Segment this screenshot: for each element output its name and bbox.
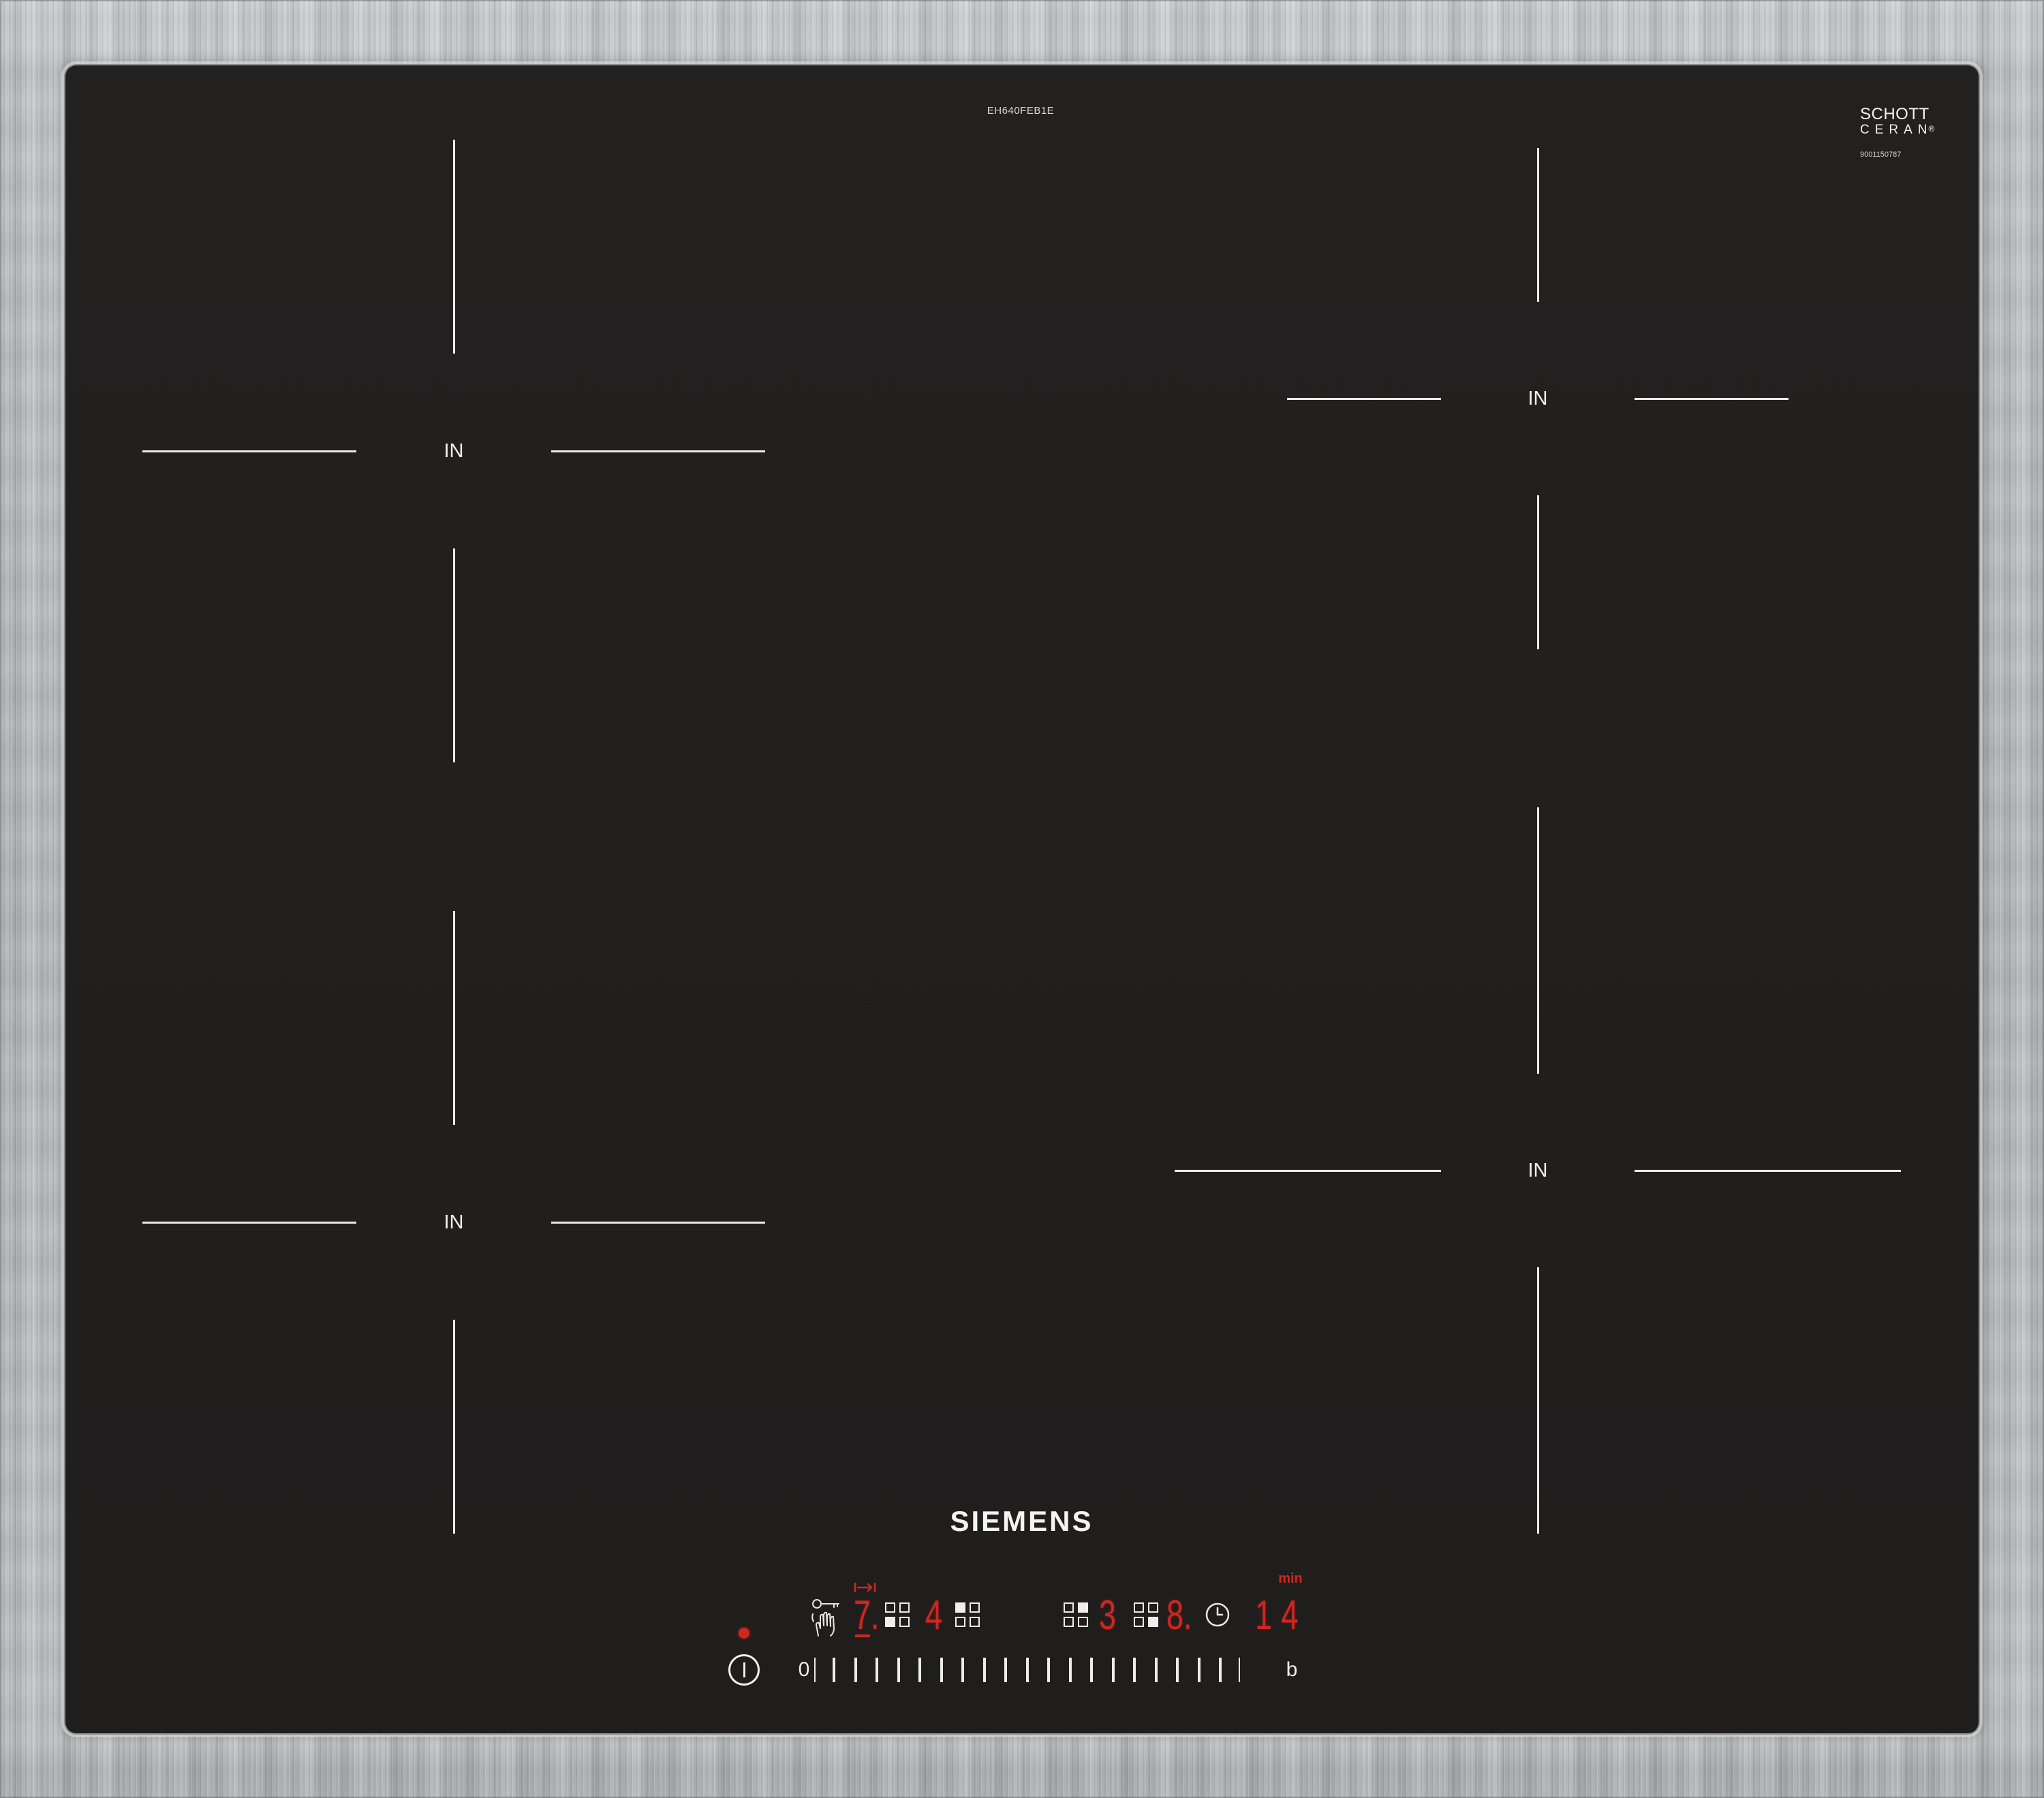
ceran-text: CERAN [1860, 123, 1933, 137]
zone-mark-bottom [452, 548, 455, 762]
zone-position-icon [1064, 1602, 1088, 1627]
zone-mark-top [1536, 148, 1539, 302]
glass-code: 9001150787 [1860, 151, 1902, 159]
timer-value: 14 [1255, 1592, 1308, 1638]
induction-label: IN [444, 1211, 464, 1233]
clock-icon[interactable] [1204, 1601, 1231, 1628]
cooking-zone-right-rear: IN [1287, 148, 1788, 649]
zone-position-cell [1134, 1617, 1144, 1627]
zone-mark-top [452, 140, 455, 354]
zone-position-cell [885, 1617, 895, 1627]
zone-select-left-front[interactable]: 7. [849, 1592, 912, 1639]
induction-label: IN [444, 440, 464, 462]
power-slider-step[interactable] [1090, 1658, 1093, 1682]
slider-min-label[interactable]: 0 [794, 1658, 814, 1682]
zone-position-cell [970, 1602, 980, 1613]
zone-mark-bottom [452, 1320, 455, 1534]
slider-start-mark [814, 1658, 816, 1682]
slider-boost-label[interactable]: b [1282, 1658, 1301, 1682]
zone-power-level: 4 [925, 1592, 943, 1638]
power-slider-step[interactable] [1197, 1658, 1201, 1682]
zone-mark-top [452, 911, 455, 1125]
childlock-wipe-protection-icon [811, 1599, 839, 1637]
zone-mark-bottom [1536, 1267, 1539, 1534]
power-slider-step[interactable] [940, 1658, 943, 1682]
zone-selected-underline [855, 1634, 870, 1637]
timer-control[interactable]: min 14 [1202, 1564, 1305, 1639]
status-led-icon [739, 1628, 749, 1639]
schott-logo-line2: CERAN® [1860, 123, 1955, 138]
registered-mark: ® [1928, 124, 1935, 134]
induction-label: IN [1528, 1160, 1548, 1181]
cooking-zone-left-front: IN [142, 911, 765, 1534]
zone-position-cell [1078, 1602, 1088, 1613]
zone-power-level: 3 [1099, 1592, 1117, 1638]
zone-position-icon [1134, 1602, 1158, 1627]
zone-position-cell [955, 1617, 965, 1627]
cooking-zone-right-front: IN [1175, 807, 1901, 1534]
power-slider-step[interactable] [1219, 1658, 1222, 1682]
power-slider-step[interactable] [1176, 1658, 1179, 1682]
timer-unit: min [1278, 1571, 1303, 1586]
schott-ceran-logo: SCHOTT CERAN® [1860, 106, 1955, 140]
zone-position-cell [1134, 1602, 1144, 1613]
cooking-zone-left-rear: IN [142, 140, 765, 762]
zone-select-right-rear[interactable]: 3 [1060, 1592, 1121, 1639]
slider-end-mark [1239, 1658, 1240, 1682]
power-slider-step[interactable] [1068, 1658, 1072, 1682]
zone-select-right-front[interactable]: 8. [1130, 1592, 1196, 1639]
zone-position-cell [1148, 1617, 1158, 1627]
zone-position-icon [955, 1602, 980, 1627]
power-slider-step[interactable] [1133, 1658, 1136, 1682]
power-slider-step[interactable] [961, 1658, 964, 1682]
power-slider-step[interactable] [897, 1658, 900, 1682]
zone-position-cell [1078, 1617, 1088, 1627]
power-slider-step[interactable] [1154, 1658, 1158, 1682]
zone-position-icon [885, 1602, 910, 1627]
zone-position-cell [1148, 1602, 1158, 1613]
power-slider-step[interactable] [1111, 1658, 1115, 1682]
glass-ceramic-top: EH640FEB1E SCHOTT CERAN® 9001150787 IN I… [65, 65, 1979, 1733]
power-slider-step[interactable] [982, 1658, 986, 1682]
zone-position-cell [970, 1617, 980, 1627]
zone-mark-top [1536, 807, 1539, 1074]
schott-logo-line1: SCHOTT [1860, 105, 1930, 123]
brand-logo: SIEMENS [950, 1505, 1094, 1537]
power-slider-step[interactable] [854, 1658, 857, 1682]
power-slider-step[interactable] [876, 1658, 878, 1682]
power-slider-step[interactable] [1004, 1658, 1007, 1682]
zone-position-cell [899, 1617, 910, 1627]
induction-label: IN [1528, 388, 1548, 409]
induction-hob-view: EH640FEB1E SCHOTT CERAN® 9001150787 IN I… [0, 0, 2044, 1798]
zone-position-cell [1064, 1617, 1074, 1627]
model-number: EH640FEB1E [987, 105, 1055, 117]
zone-position-cell [899, 1602, 910, 1613]
power-slider-step[interactable] [833, 1658, 835, 1682]
zone-position-cell [955, 1602, 965, 1613]
zone-position-cell [1064, 1602, 1074, 1613]
childlock-wipe-button[interactable] [811, 1598, 841, 1637]
power-slider-step[interactable] [1025, 1658, 1029, 1682]
zone-position-cell [885, 1602, 895, 1613]
power-slider-steps[interactable] [833, 1658, 1244, 1682]
zone-mark-bottom [1536, 495, 1539, 649]
power-slider-step[interactable] [918, 1658, 921, 1682]
power-slider-step[interactable] [1047, 1658, 1050, 1682]
zone-power-level: 8. [1166, 1592, 1192, 1638]
zone-select-left-rear[interactable]: 4 [920, 1592, 983, 1639]
power-icon [743, 1662, 745, 1677]
power-button[interactable] [728, 1654, 760, 1686]
zone-power-level: 7. [854, 1592, 880, 1638]
